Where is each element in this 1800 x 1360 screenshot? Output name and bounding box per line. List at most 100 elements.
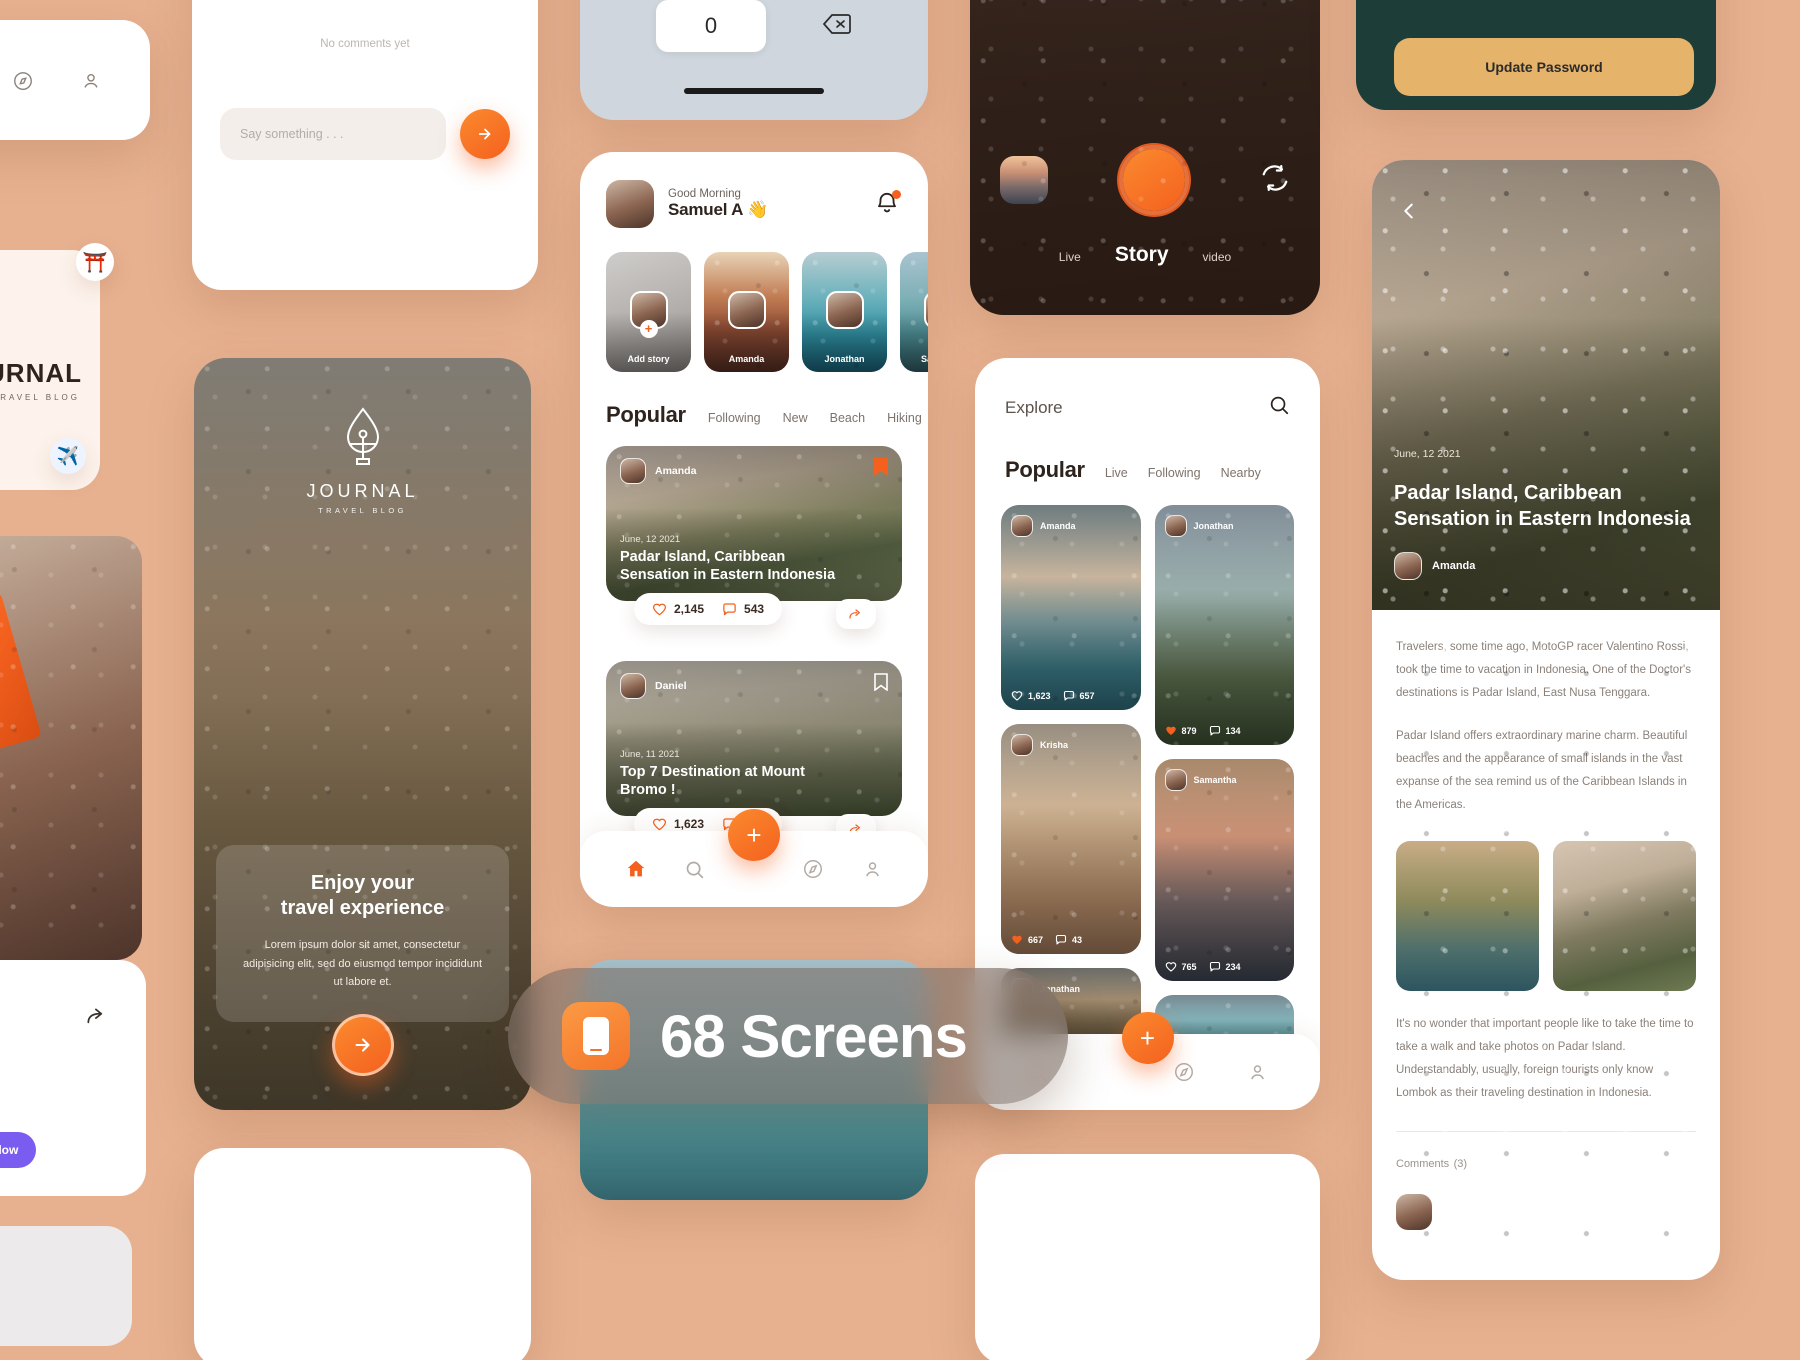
profile-icon[interactable]: [80, 70, 102, 97]
feed-post[interactable]: Amanda June, 12 2021 Padar Island, Carib…: [606, 446, 902, 601]
like-stat: 667: [1011, 934, 1043, 945]
partial-screen-peek: [975, 1154, 1320, 1360]
article-hero: June, 12 2021 Padar Island, Caribbean Se…: [1372, 160, 1720, 610]
mode-live[interactable]: Live: [1059, 250, 1081, 264]
shutter-button[interactable]: [1123, 149, 1185, 211]
comments-screen: eiusmod tempor incididunt ut labore et d…: [192, 0, 538, 290]
page-title: Explore: [1005, 397, 1063, 417]
share-button[interactable]: [836, 599, 876, 629]
feed-category-tabs[interactable]: Popular Following New Beach Hiking Lake: [580, 372, 928, 428]
comment-icon[interactable]: [722, 602, 737, 616]
avatar[interactable]: [606, 180, 654, 228]
mobile-screen-icon: [562, 1002, 630, 1070]
article-detail-screen: June, 12 2021 Padar Island, Caribbean Se…: [1372, 160, 1720, 1280]
numeric-value-field[interactable]: 0: [656, 0, 766, 52]
brand-title: JOURNAL: [306, 481, 419, 501]
explore-card[interactable]: Samantha 765 234: [1154, 759, 1294, 981]
tab-live[interactable]: Live: [1105, 466, 1128, 480]
onboarding-panel: Enjoy your travel experience Lorem ipsum…: [216, 844, 509, 1022]
explore-card[interactable]: Amanda 1,623 657: [1001, 505, 1141, 710]
tab-popular[interactable]: Popular: [606, 402, 686, 428]
update-password-screen: Update Password: [1356, 0, 1716, 110]
screens-count-label: 68 Screens: [660, 1002, 968, 1070]
article-paragraph-2: Padar Island offers extraordinary marine…: [1396, 730, 1688, 811]
tab-new[interactable]: New: [783, 411, 808, 425]
tab-profile[interactable]: [855, 852, 889, 886]
tab-hiking[interactable]: Hiking: [887, 411, 922, 425]
journal-brand-subtitle: TRAVEL BLOG: [0, 393, 80, 402]
send-comment-button[interactable]: [460, 108, 510, 159]
article-date: June, 12 2021: [1394, 448, 1461, 460]
story-item[interactable]: Amanda: [704, 252, 789, 372]
like-count: 2,145: [674, 602, 705, 616]
like-stat: 765: [1165, 961, 1197, 972]
story-item[interactable]: Samantha: [900, 252, 928, 372]
gallery-thumbnail[interactable]: [1000, 156, 1048, 204]
divider: [1396, 1131, 1696, 1132]
tab-nearby[interactable]: Nearby: [1221, 466, 1261, 480]
bookmark-icon[interactable]: [874, 673, 888, 696]
explore-card[interactable]: Krisha 667 43: [1001, 724, 1141, 954]
article-author: Amanda: [1394, 552, 1475, 580]
mode-story[interactable]: Story: [1115, 243, 1169, 267]
tab-following[interactable]: Following: [708, 411, 761, 425]
onboarding-next-button[interactable]: [331, 1014, 394, 1076]
decorative-grey-card: [0, 1226, 132, 1346]
share-icon[interactable]: [84, 1004, 110, 1035]
home-indicator: [684, 88, 824, 94]
tab-explore[interactable]: [796, 852, 830, 886]
mode-video[interactable]: video: [1203, 250, 1232, 264]
tab-popular[interactable]: Popular: [1005, 457, 1085, 483]
headline-line-2: travel experience: [280, 897, 445, 920]
gallery-image[interactable]: [1553, 841, 1696, 991]
tab-search[interactable]: [678, 852, 712, 886]
tab-home[interactable]: [619, 852, 653, 886]
tab-profile[interactable]: [1240, 1055, 1274, 1089]
follow-button[interactable]: + Follow: [0, 1132, 37, 1168]
bell-notification-icon[interactable]: [874, 190, 902, 218]
tent-shape: [0, 592, 42, 778]
update-password-button[interactable]: Update Password: [1394, 38, 1694, 96]
flip-camera-icon[interactable]: [1260, 163, 1290, 198]
stories-rail[interactable]: + Add story Amanda Jonathan Samantha Kri…: [580, 228, 928, 372]
feed-post[interactable]: Daniel June, 11 2021 Top 7 Destination a…: [606, 661, 902, 816]
explore-category-tabs[interactable]: Popular Live Following Nearby: [975, 421, 1320, 483]
compass-icon[interactable]: [12, 70, 34, 97]
post-date: June, 11 2021: [620, 749, 680, 760]
tab-beach[interactable]: Beach: [830, 411, 865, 425]
camera-mode-tabs[interactable]: Live Story video: [970, 243, 1320, 267]
mini-nav-card: [0, 20, 150, 140]
comment-input[interactable]: Say something . . .: [220, 107, 446, 160]
fountain-pen-nib-icon: [340, 407, 386, 470]
story-item[interactable]: Jonathan: [802, 252, 887, 372]
brand-subtitle: TRAVEL BLOG: [318, 506, 407, 515]
post-author: Amanda: [655, 465, 697, 477]
airplane-icon: ✈️: [50, 438, 86, 474]
comment-stat: 234: [1209, 961, 1241, 972]
gallery-image[interactable]: [1396, 841, 1539, 991]
avatar: [1396, 1194, 1432, 1230]
avatar: [620, 458, 646, 484]
heart-icon[interactable]: [652, 817, 667, 831]
comment-input-placeholder: Say something . . .: [240, 126, 344, 141]
article-paragraph-3: It's no wonder that important people lik…: [1396, 1018, 1694, 1099]
story-add[interactable]: + Add story: [606, 252, 691, 372]
no-comments-message: No comments yet: [320, 37, 410, 50]
create-post-button[interactable]: +: [728, 809, 780, 861]
create-post-button[interactable]: +: [1121, 1012, 1174, 1064]
tab-explore[interactable]: [1167, 1055, 1201, 1089]
backspace-icon[interactable]: [822, 12, 852, 41]
bookmark-icon[interactable]: [874, 458, 888, 481]
article-gallery[interactable]: [1372, 837, 1720, 991]
plus-icon: +: [639, 319, 658, 338]
bottom-tabbar[interactable]: +: [580, 809, 928, 907]
explore-card[interactable]: Jonathan 879 134: [1154, 505, 1294, 745]
numeric-input-screen: 0: [580, 0, 928, 120]
chevron-left-icon[interactable]: [1394, 196, 1424, 226]
greeting-text: Good Morning: [668, 188, 741, 200]
comment-stat: 657: [1063, 690, 1095, 701]
tab-following[interactable]: Following: [1148, 466, 1201, 480]
wave-emoji: 👋: [747, 200, 769, 219]
search-icon[interactable]: [1268, 394, 1290, 421]
heart-icon[interactable]: [652, 602, 667, 616]
